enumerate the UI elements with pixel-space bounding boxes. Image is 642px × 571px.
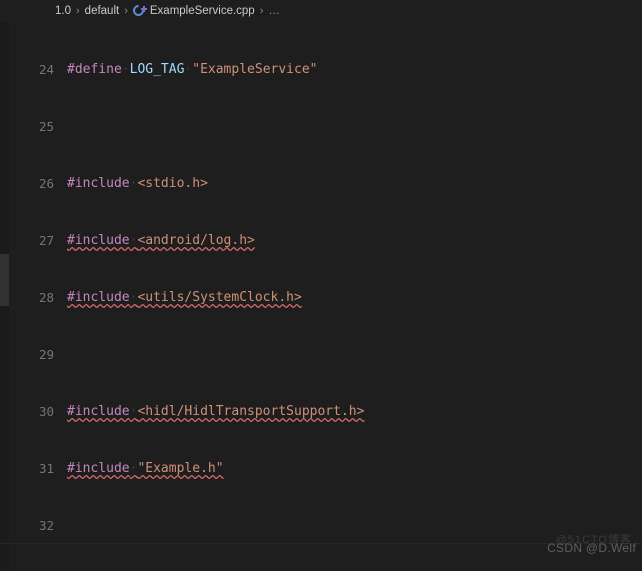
line-number: 29 bbox=[38, 347, 54, 362]
line-number: 27 bbox=[38, 233, 54, 248]
code-line[interactable]: 27 #include·<android/log.h> bbox=[9, 231, 642, 250]
editor-surface[interactable]: 24 #define·LOG_TAG·"ExampleService" 25 26… bbox=[0, 22, 642, 571]
breadcrumb[interactable]: 1.0 › default › ExampleService.cpp › … bbox=[0, 0, 642, 22]
code-line[interactable]: 24 #define·LOG_TAG·"ExampleService" bbox=[9, 60, 642, 79]
line-number: 28 bbox=[38, 290, 54, 305]
code-line[interactable]: 28 #include·<utils/SystemClock.h> bbox=[9, 288, 642, 307]
line-number: 31 bbox=[38, 461, 54, 476]
breadcrumb-item-version[interactable]: 1.0 bbox=[55, 5, 71, 17]
breadcrumb-separator: › bbox=[124, 5, 128, 17]
line-number: 32 bbox=[38, 518, 54, 533]
line-text: #include·<stdio.h> bbox=[67, 176, 208, 191]
line-number: 25 bbox=[38, 119, 54, 134]
breadcrumb-separator: › bbox=[259, 5, 264, 17]
line-text: #include·"Example.h" bbox=[67, 461, 224, 476]
code-line[interactable]: 25 bbox=[9, 117, 642, 136]
line-text: #include·<android/log.h> bbox=[67, 233, 255, 248]
line-text: #define·LOG_TAG·"ExampleService" bbox=[67, 62, 318, 77]
breadcrumb-item-overflow[interactable]: … bbox=[268, 5, 280, 17]
line-number: 24 bbox=[38, 62, 54, 77]
line-number: 26 bbox=[38, 176, 54, 191]
code-line[interactable]: 31 #include·"Example.h" bbox=[9, 459, 642, 478]
code-line[interactable]: 32 bbox=[9, 516, 642, 535]
code-editor-window: 1.0 › default › ExampleService.cpp › … 2… bbox=[0, 0, 642, 571]
line-text: #include·<hidl/HidlTransportSupport.h> bbox=[67, 404, 365, 419]
breadcrumb-item-file[interactable]: ExampleService.cpp bbox=[150, 5, 255, 17]
code-line[interactable]: 29 bbox=[9, 345, 642, 364]
cpp-file-icon bbox=[130, 2, 147, 18]
scrollbar-thumb[interactable] bbox=[0, 254, 9, 306]
line-number: 30 bbox=[38, 404, 54, 419]
breadcrumb-separator: › bbox=[76, 5, 80, 17]
breadcrumb-item-config[interactable]: default bbox=[85, 5, 120, 17]
overview-ruler[interactable] bbox=[0, 22, 9, 571]
code-line[interactable]: 30 #include·<hidl/HidlTransportSupport.h> bbox=[9, 402, 642, 421]
code-content[interactable]: 24 #define·LOG_TAG·"ExampleService" 25 26… bbox=[9, 22, 642, 571]
line-text: #include·<utils/SystemClock.h> bbox=[67, 290, 302, 305]
code-line[interactable]: 26 #include·<stdio.h> bbox=[9, 174, 642, 193]
